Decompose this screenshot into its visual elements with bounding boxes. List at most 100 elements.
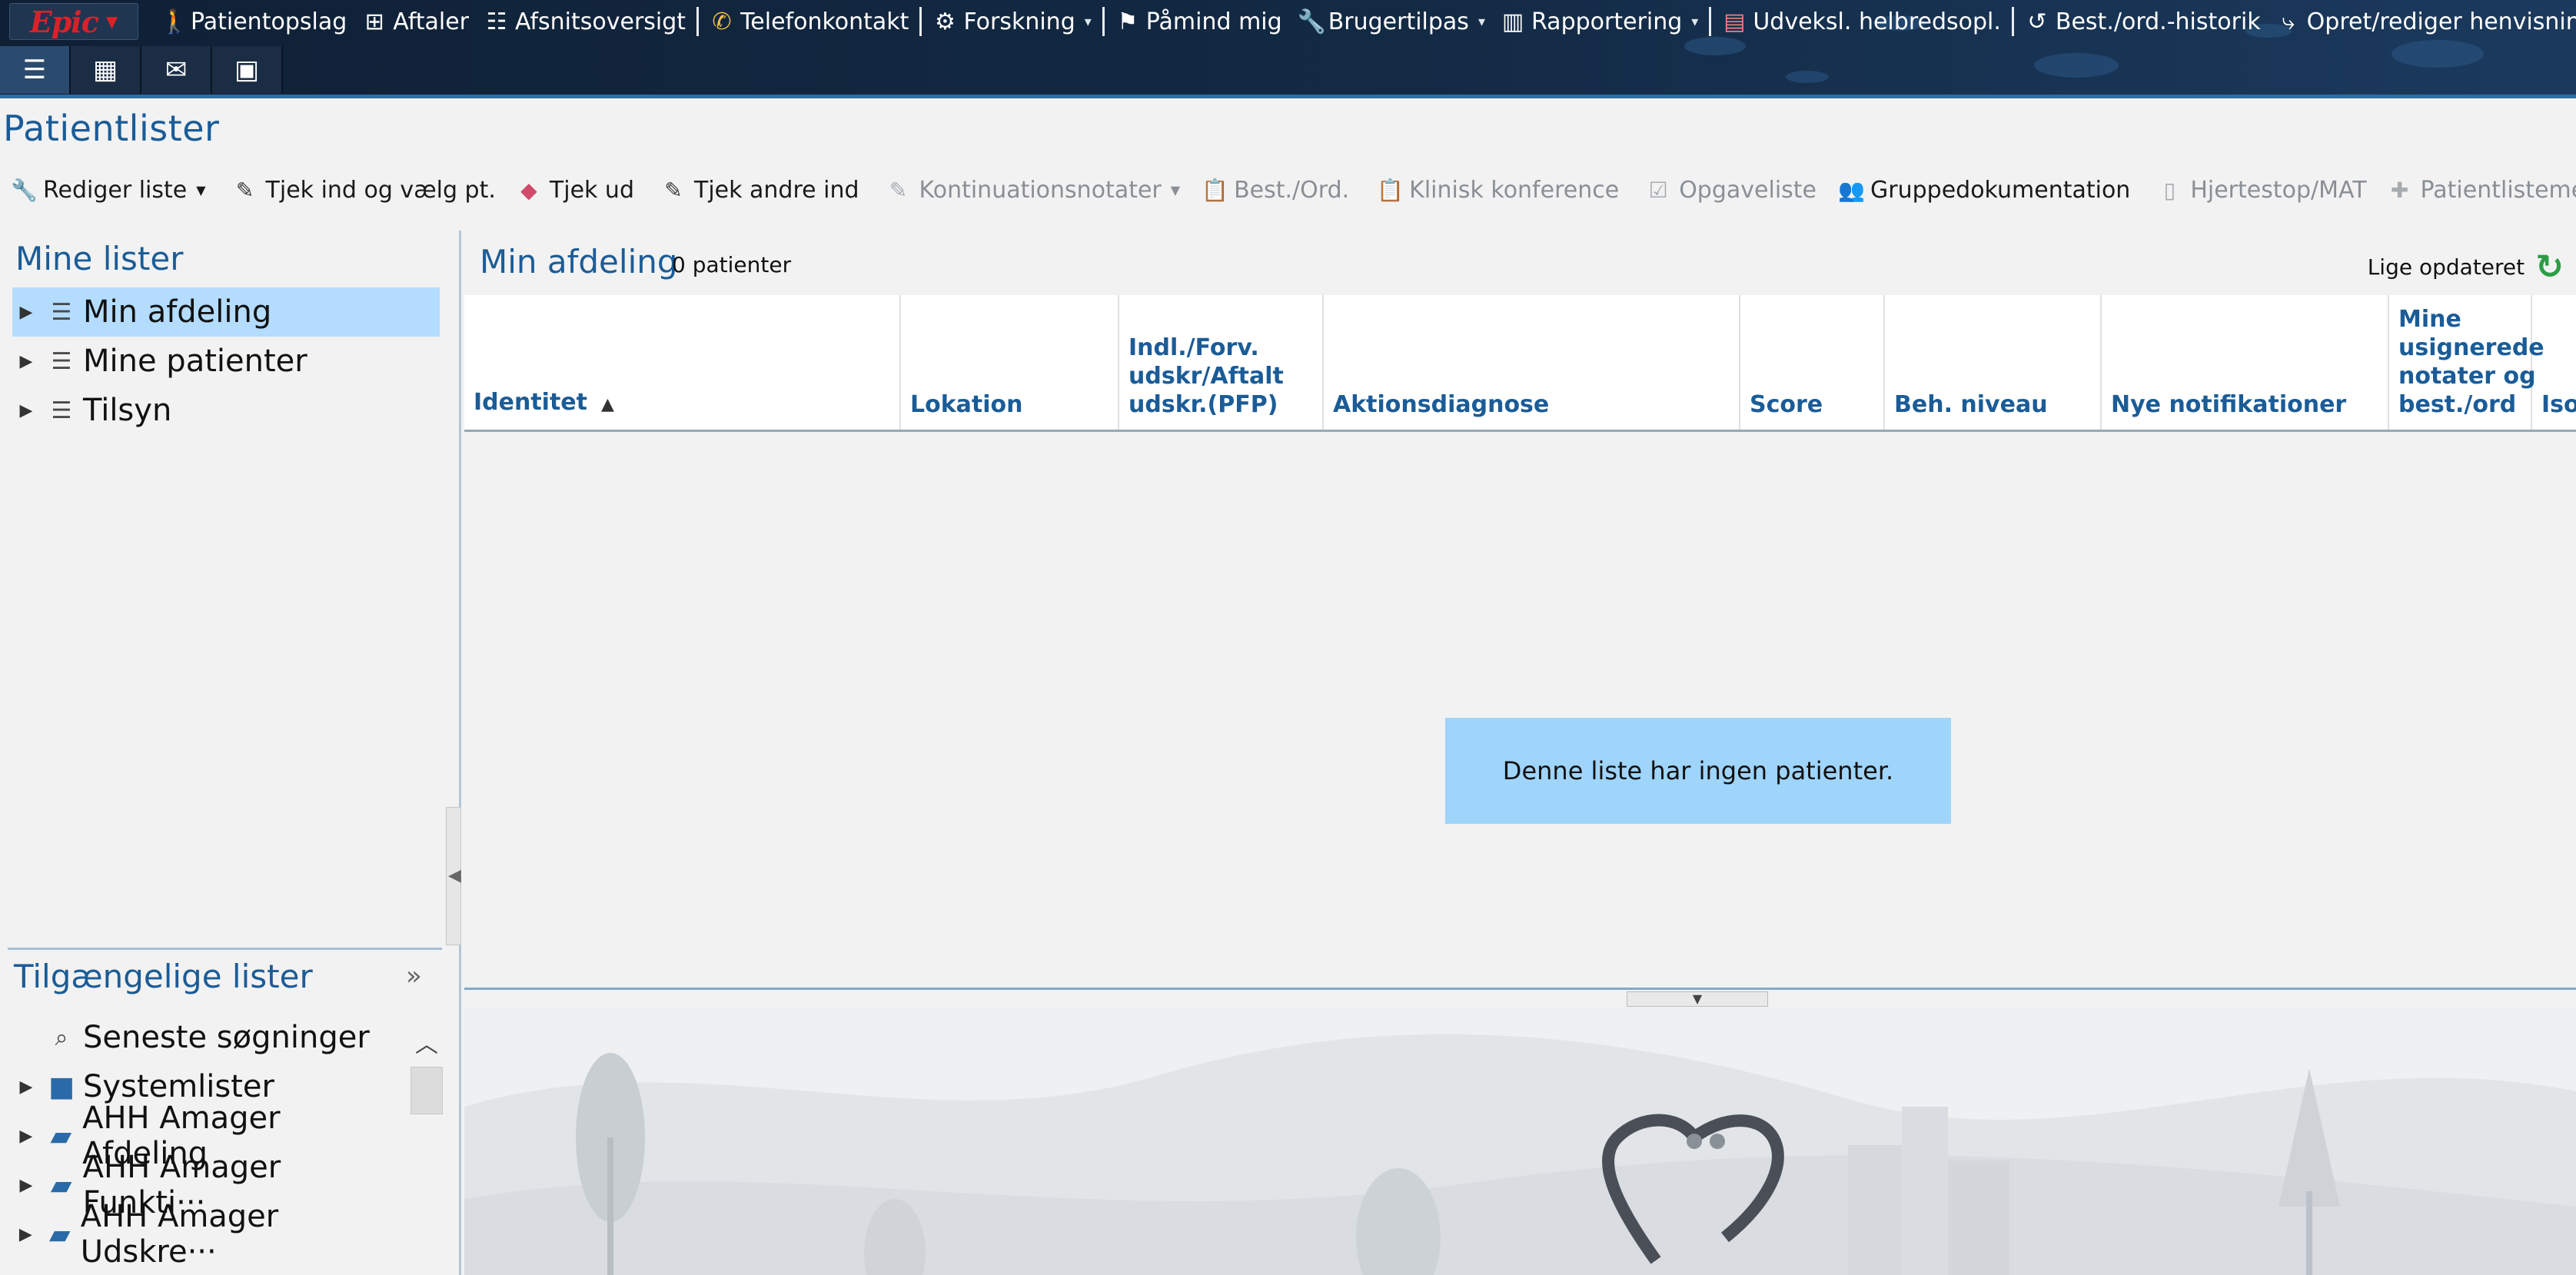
unit-overview-icon: ☷ [486,8,507,35]
scroll-up-icon[interactable]: ︿ [410,1025,443,1059]
column-header-indl-forv[interactable]: Indl./Forv. udskr/Aftalt udskr.(PFP) [1119,295,1324,430]
available-lists-title: Tilgængelige lister [14,958,313,995]
column-header-lokation[interactable]: Lokation [901,295,1119,430]
group-icon: 👥 [1838,178,1865,203]
reports-quick-button[interactable]: ▣ [212,46,283,94]
grid-header: Identitet ▲ Lokation Indl./Forv. udskr/Af… [464,295,2576,432]
calendar-icon: ▦ [92,55,118,85]
patient-list-icon: ☰ [51,397,72,424]
check-in-select-button[interactable]: ✎ Tjek ind og vælg pt. [223,168,507,214]
refresh-icon[interactable]: ↻ [2535,247,2564,287]
folder-open-icon: ▰ [50,1120,72,1152]
menu-afsnitsoversigt[interactable]: ☷ Afsnitsoversigt [477,3,693,40]
menu-opret-henvisning[interactable]: ⤷ Opret/rediger henvisning [2269,3,2576,40]
expand-arrow-icon[interactable]: ▶ [12,401,40,420]
menu-paamind-mig[interactable]: ⚑ Påmind mig [1108,3,1290,40]
expand-arrow-icon[interactable]: ▶ [12,352,40,371]
plus-icon: ✚ [2390,178,2409,203]
empty-list-message: Denne liste har ingen patienter. [1445,718,1951,824]
expand-arrow-icon[interactable]: ▶ [12,1077,40,1097]
check-others-in-button[interactable]: ✎ Tjek andre ind [651,168,870,214]
expand-arrow-icon[interactable]: ▶ [12,1176,40,1195]
patient-list-icon: ☰ [51,347,72,375]
menu-separator [696,7,700,36]
menu-bestord-historik[interactable]: ↺ Best./ord.-historik [2017,3,2269,40]
list-item-recent-searches[interactable]: ⌕ Seneste søgninger [12,1013,412,1062]
continuation-notes-button[interactable]: ✎ Kontinuationsnotater ▼ [876,168,1192,214]
list-item-tilsyn[interactable]: ▶ ☰ Tilsyn [12,386,440,435]
menu-patientopslag[interactable]: 🚶 Patientopslag [152,3,354,40]
patient-list-icon: ☰ [51,298,72,326]
chevron-down-icon: ▼ [196,183,206,198]
inbox-quick-button[interactable]: ✉ [141,46,212,94]
pencil-icon: ✎ [664,178,683,203]
pencil-icon: ✎ [889,178,908,203]
document-exchange-icon: ▤ [1723,8,1746,35]
expand-arrow-icon[interactable]: ▶ [12,303,40,322]
report-icon: ▣ [234,55,260,85]
column-header-aktionsdiagnose[interactable]: Aktionsdiagnose [1324,295,1740,430]
list-item-mine-patienter[interactable]: ▶ ☰ Mine patienter [12,337,440,386]
main-menu: Epic ▼ 🚶 Patientopslag ⊞ Aftaler ☷ Afsnitso… [0,0,2576,43]
history-icon: ↺ [2027,8,2047,35]
folder-open-icon: ▰ [50,1169,72,1201]
splitter-handle[interactable]: ▼ [1627,991,1768,1007]
wrench-icon: 🔧 [1297,8,1327,35]
clinical-conference-button[interactable]: 📋 Klinisk konference [1366,168,1630,214]
column-header-mine-usignerede[interactable]: Mine usignerede notater og best./ord [2389,295,2544,430]
quick-access-toolbar: ☰ ▦ ✉ ▣ [0,46,283,94]
page-title: Patientlister [3,108,220,149]
expand-arrow-icon[interactable]: ▶ [12,1127,40,1146]
patient-lists-quick-button[interactable]: ☰ [0,46,71,94]
check-out-button[interactable]: ◆ Tjek ud [507,168,645,214]
column-header-beh-niveau[interactable]: Beh. niveau [1885,295,2102,430]
expand-arrow-icon[interactable]: ▶ [12,1225,39,1244]
bar-chart-icon: ▥ [1501,8,1524,35]
research-icon: ⚙ [935,8,956,35]
menu-udveksl-helbredsopl[interactable]: ▤ Udveksl. helbredsopl. [1714,3,2009,40]
collapse-double-chevron-icon[interactable]: » [406,961,422,991]
list-item-min-afdeling[interactable]: ▶ ☰ Min afdeling [12,287,440,337]
menu-telefonkontakt[interactable]: ✆ Telefonkontakt [702,3,916,40]
checklist-icon: ☑ [1648,178,1668,203]
patient-list-view: Min afdeling 0 patienter Lige opdateret … [464,231,2576,1275]
folder-icon: ■ [48,1071,75,1103]
list-icon: ☰ [22,55,47,85]
list-header: Min afdeling 0 patienter Lige opdateret … [464,231,2576,295]
chevron-down-icon: ▼ [1692,991,1703,1006]
task-list-button[interactable]: ☑ Opgaveliste [1636,168,1827,214]
group-documentation-button[interactable]: 👥 Gruppedokumentation [1827,168,2141,214]
folder-open-icon: ▰ [48,1218,71,1250]
column-header-score[interactable]: Score [1740,295,1885,430]
menu-rapportering[interactable]: ▥ Rapportering ▾ [1493,3,1706,40]
menu-aftaler[interactable]: ⊞ Aftaler [354,3,477,40]
column-header-identitet[interactable]: Identitet ▲ [464,295,901,430]
menu-separator [2011,7,2014,36]
chevron-down-icon: ▾ [1477,13,1485,30]
sort-ascending-icon: ▲ [601,395,614,414]
menu-separator [1709,7,1712,36]
menu-brugertilpas[interactable]: 🔧 Brugertilpas ▾ [1290,3,1493,40]
epic-menu-button[interactable]: Epic ▼ [9,3,138,40]
scrollbar-thumb[interactable] [410,1067,443,1114]
available-lists: ⌕ Seneste søgninger ▶ ■ Systemlister ▶ ▰… [12,1013,412,1270]
column-header-iso[interactable]: Iso [2532,295,2576,430]
list-item-ahh-amager-udskre[interactable]: ▶ ▰ AHH Amager Udskre··· [12,1199,412,1270]
menu-forskning[interactable]: ⚙ Forskning ▾ [925,3,1099,40]
panel-divider [8,948,442,950]
cardiac-arrest-button[interactable]: ▯ Hjertestop/MAT [2147,168,2377,214]
available-lists-scrollbar[interactable]: ︿ [410,1025,443,1275]
orders-button[interactable]: 📋 Best./Ord. [1191,168,1360,214]
pencil-icon: ✎ [235,178,254,203]
list-membership-button[interactable]: ✚Patientlistemedlemsk [2378,168,2576,214]
schedule-quick-button[interactable]: ▦ [71,46,141,94]
column-header-nye-notifikationer[interactable]: Nye notifikationer [2102,295,2389,430]
collapse-panel-handle[interactable]: ◀ [446,807,461,945]
edit-list-button[interactable]: 🔧 Rediger liste ▼ [0,168,217,214]
search-list-icon: ⌕ [55,1024,68,1051]
pane-splitter[interactable] [464,988,2576,990]
list-navigator: Mine lister ▶ ☰ Min afdeling ▶ ☰ Mine pa… [0,231,461,1275]
wrench-icon: 🔧 [11,178,38,203]
epic-logo: Epic [29,4,99,39]
chevron-down-icon: ▼ [1170,183,1181,198]
